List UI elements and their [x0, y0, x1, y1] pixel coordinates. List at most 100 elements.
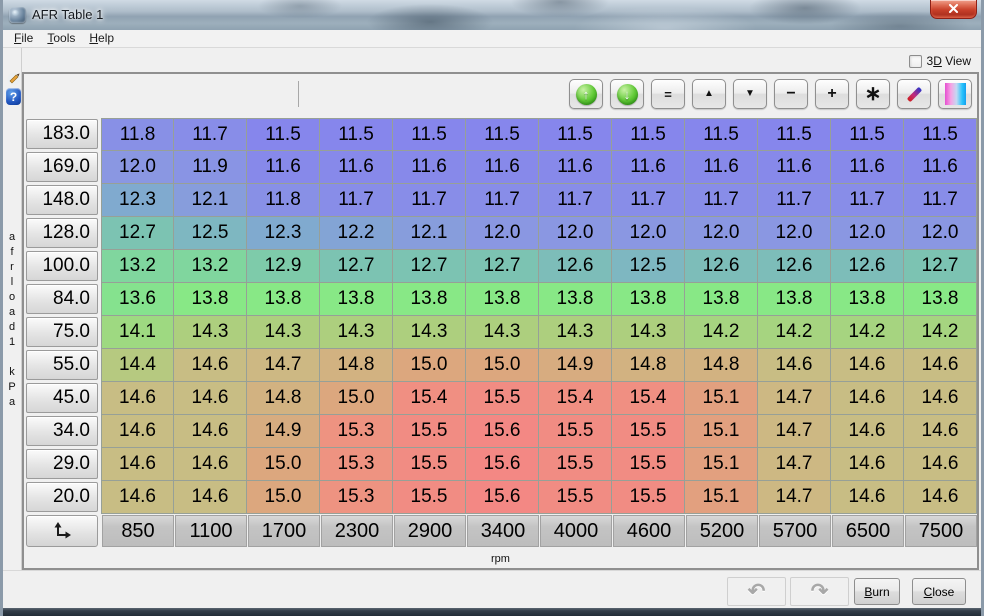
afr-cell[interactable]: 13.8: [612, 283, 685, 316]
afr-cell[interactable]: 15.0: [393, 349, 466, 382]
afr-cell[interactable]: 11.6: [612, 151, 685, 184]
afr-cell[interactable]: 11.7: [320, 184, 393, 217]
redo-button[interactable]: ↷: [790, 577, 849, 606]
afr-cell[interactable]: 13.2: [101, 250, 174, 283]
afr-cell[interactable]: 15.6: [466, 481, 539, 514]
afr-cell[interactable]: 11.7: [174, 118, 247, 151]
scale-down-button[interactable]: ↓: [610, 79, 644, 109]
load-bin-button[interactable]: 169.0: [26, 152, 98, 182]
afr-cell[interactable]: 11.5: [320, 118, 393, 151]
afr-cell[interactable]: 14.6: [831, 349, 904, 382]
afr-cell[interactable]: 15.6: [466, 415, 539, 448]
afr-cell[interactable]: 12.6: [831, 250, 904, 283]
afr-cell[interactable]: 15.0: [320, 382, 393, 415]
afr-cell[interactable]: 15.5: [539, 448, 612, 481]
afr-cell[interactable]: 15.5: [393, 415, 466, 448]
load-bin-button[interactable]: 183.0: [26, 119, 98, 149]
afr-cell[interactable]: 14.3: [174, 316, 247, 349]
afr-cell[interactable]: 11.5: [685, 118, 758, 151]
afr-cell[interactable]: 14.2: [758, 316, 831, 349]
afr-cell[interactable]: 12.6: [539, 250, 612, 283]
afr-cell[interactable]: 14.2: [831, 316, 904, 349]
rpm-bin-button[interactable]: 2300: [321, 515, 393, 547]
afr-cell[interactable]: 11.6: [685, 151, 758, 184]
afr-cell[interactable]: 15.0: [466, 349, 539, 382]
afr-cell[interactable]: 14.6: [101, 481, 174, 514]
afr-cell[interactable]: 14.6: [831, 415, 904, 448]
rpm-bin-button[interactable]: 1100: [175, 515, 247, 547]
afr-cell[interactable]: 15.5: [393, 448, 466, 481]
multiply-button[interactable]: ∗: [856, 79, 890, 109]
rpm-bin-button[interactable]: 5200: [686, 515, 758, 547]
afr-cell[interactable]: 11.8: [247, 184, 320, 217]
afr-cell[interactable]: 14.7: [758, 415, 831, 448]
afr-cell[interactable]: 12.7: [320, 250, 393, 283]
load-bin-button[interactable]: 29.0: [26, 449, 98, 479]
afr-cell[interactable]: 14.3: [466, 316, 539, 349]
rpm-bin-button[interactable]: 1700: [248, 515, 320, 547]
afr-cell[interactable]: 14.6: [904, 349, 977, 382]
afr-cell[interactable]: 12.7: [904, 250, 977, 283]
undo-button[interactable]: ↶: [727, 577, 786, 606]
increment-button[interactable]: ▲: [692, 79, 726, 109]
rpm-bin-button[interactable]: 7500: [905, 515, 977, 547]
rpm-bin-button[interactable]: 6500: [832, 515, 904, 547]
help-icon[interactable]: ?: [6, 88, 21, 105]
afr-cell[interactable]: 12.3: [101, 184, 174, 217]
load-bin-button[interactable]: 84.0: [26, 284, 98, 314]
afr-cell[interactable]: 15.1: [685, 415, 758, 448]
afr-cell[interactable]: 15.5: [539, 415, 612, 448]
afr-cell[interactable]: 14.3: [393, 316, 466, 349]
afr-cell[interactable]: 15.5: [612, 415, 685, 448]
afr-cell[interactable]: 12.0: [539, 217, 612, 250]
rpm-bin-button[interactable]: 3400: [467, 515, 539, 547]
afr-cell[interactable]: 14.6: [174, 382, 247, 415]
afr-cell[interactable]: 14.4: [101, 349, 174, 382]
afr-cell[interactable]: 11.7: [393, 184, 466, 217]
load-bin-button[interactable]: 34.0: [26, 416, 98, 446]
afr-cell[interactable]: 12.1: [393, 217, 466, 250]
add-button[interactable]: +: [815, 79, 849, 109]
afr-cell[interactable]: 12.7: [101, 217, 174, 250]
afr-cell[interactable]: 15.3: [320, 481, 393, 514]
afr-cell[interactable]: 14.9: [247, 415, 320, 448]
afr-cell[interactable]: 12.5: [174, 217, 247, 250]
rpm-bin-button[interactable]: 850: [102, 515, 174, 547]
afr-cell[interactable]: 11.8: [101, 118, 174, 151]
afr-cell[interactable]: 14.2: [904, 316, 977, 349]
afr-cell[interactable]: 14.9: [539, 349, 612, 382]
afr-cell[interactable]: 14.3: [539, 316, 612, 349]
afr-cell[interactable]: 11.7: [685, 184, 758, 217]
rpm-bin-button[interactable]: 2900: [394, 515, 466, 547]
afr-cell[interactable]: 12.9: [247, 250, 320, 283]
afr-cell[interactable]: 11.6: [247, 151, 320, 184]
afr-cell[interactable]: 15.1: [685, 448, 758, 481]
menu-tools[interactable]: Tools: [40, 30, 82, 47]
afr-cell[interactable]: 12.0: [612, 217, 685, 250]
afr-cell[interactable]: 14.6: [174, 481, 247, 514]
afr-cell[interactable]: 11.7: [539, 184, 612, 217]
afr-cell[interactable]: 14.3: [320, 316, 393, 349]
afr-cell[interactable]: 12.7: [466, 250, 539, 283]
axes-corner-button[interactable]: [26, 515, 98, 547]
afr-cell[interactable]: 14.6: [831, 448, 904, 481]
afr-cell[interactable]: 13.2: [174, 250, 247, 283]
afr-cell[interactable]: 14.8: [247, 382, 320, 415]
afr-cell[interactable]: 12.2: [320, 217, 393, 250]
decrement-button[interactable]: ▼: [733, 79, 767, 109]
afr-cell[interactable]: 12.0: [831, 217, 904, 250]
afr-cell[interactable]: 11.6: [393, 151, 466, 184]
edit-pencil-button[interactable]: [897, 79, 931, 109]
load-bin-button[interactable]: 75.0: [26, 317, 98, 347]
afr-cell[interactable]: 14.6: [174, 448, 247, 481]
afr-cell[interactable]: 12.0: [904, 217, 977, 250]
afr-cell[interactable]: 14.7: [247, 349, 320, 382]
afr-cell[interactable]: 14.6: [101, 415, 174, 448]
afr-cell[interactable]: 13.8: [247, 283, 320, 316]
afr-cell[interactable]: 11.7: [466, 184, 539, 217]
afr-cell[interactable]: 11.5: [831, 118, 904, 151]
afr-cell[interactable]: 13.8: [320, 283, 393, 316]
afr-cell[interactable]: 11.6: [320, 151, 393, 184]
afr-cell[interactable]: 15.0: [247, 481, 320, 514]
load-bin-button[interactable]: 45.0: [26, 383, 98, 413]
